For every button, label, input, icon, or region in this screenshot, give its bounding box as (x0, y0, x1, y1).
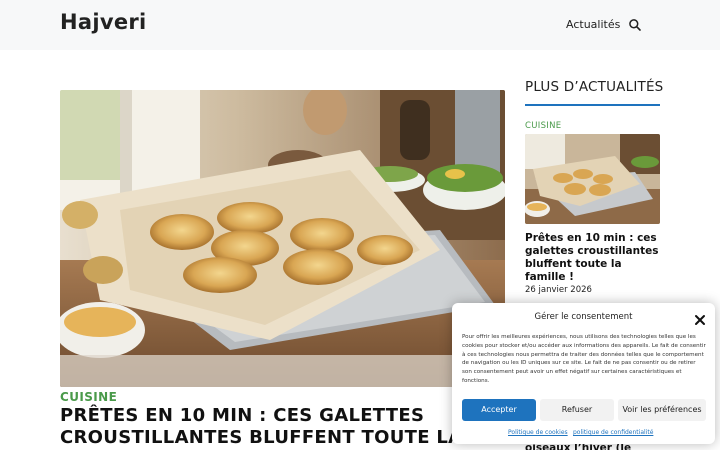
article-category[interactable]: CUISINE (60, 390, 117, 404)
refuse-button[interactable]: Refuser (540, 399, 614, 421)
privacy-policy-link[interactable]: politique de confidentialité (573, 429, 653, 436)
article-title[interactable]: PRÊTES EN 10 MIN : CES GALETTES CROUSTIL… (60, 405, 480, 449)
sidebar-item-thumbnail[interactable] (525, 134, 660, 224)
cookie-consent-dialog: Gérer le consentement Pour offrir les me… (452, 303, 715, 444)
preferences-button[interactable]: Voir les préférences (618, 399, 706, 421)
consent-text: Pour offrir les meilleures expériences, … (462, 334, 706, 384)
accept-button[interactable]: Accepter (462, 399, 536, 421)
hero-image[interactable] (60, 90, 505, 387)
sidebar-heading: PLUS D’ACTUALITÉS (525, 79, 664, 95)
sidebar-item-date: 26 janvier 2026 (525, 285, 592, 295)
nav-item-actualites[interactable]: Actualités (566, 18, 620, 31)
consent-title: Gérer le consentement (534, 312, 633, 322)
sidebar-heading-underline (525, 104, 660, 106)
close-icon[interactable] (694, 311, 706, 325)
site-logo[interactable]: Hajveri (60, 10, 147, 34)
sidebar-item-category[interactable]: CUISINE (525, 121, 561, 131)
site-header: Hajveri Actualités (0, 0, 720, 50)
sidebar-item-title[interactable]: Prêtes en 10 min : ces galettes croustil… (525, 232, 665, 284)
cookie-policy-link[interactable]: Politique de cookies (508, 429, 568, 436)
search-icon[interactable] (628, 17, 642, 31)
